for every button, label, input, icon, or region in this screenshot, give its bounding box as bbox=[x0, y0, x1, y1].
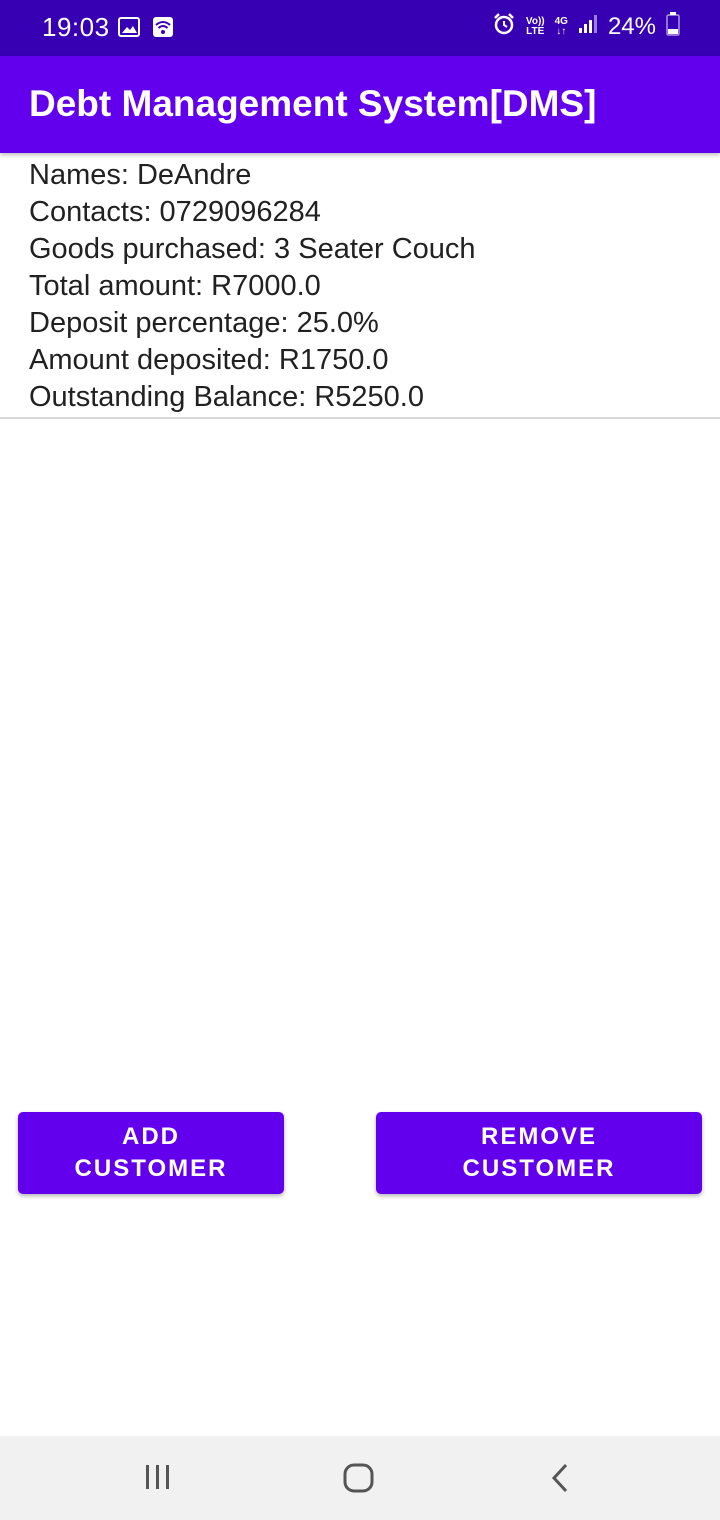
remove-customer-line1: REMOVE bbox=[480, 1123, 597, 1150]
customer-total-amount: Total amount: R7000.0 bbox=[29, 270, 321, 302]
customer-outstanding-balance: Outstanding Balance: R5250.0 bbox=[29, 381, 424, 413]
add-customer-button[interactable]: ADD CUSTOMER bbox=[18, 1112, 284, 1194]
wifi-icon bbox=[152, 16, 174, 43]
remove-customer-button-label: REMOVE CUSTOMER bbox=[463, 1121, 616, 1185]
home-icon[interactable] bbox=[342, 1462, 376, 1499]
gallery-icon bbox=[118, 16, 140, 43]
network-label: 4G bbox=[554, 15, 568, 27]
status-bar: 19:03 Vo)) LTE 4G ↓↑ 24% bbox=[0, 0, 720, 56]
status-time: 19:03 bbox=[42, 12, 110, 42]
screen: 19:03 Vo)) LTE 4G ↓↑ 24% Debt Management… bbox=[0, 0, 720, 1520]
remove-customer-line2: CUSTOMER bbox=[462, 1155, 616, 1182]
app-bar: Debt Management System[DMS] bbox=[0, 56, 720, 153]
alarm-icon bbox=[492, 12, 516, 41]
add-customer-line2: CUSTOMER bbox=[74, 1155, 228, 1182]
customer-details[interactable]: Names: DeAndre Contacts: 0729096284 Good… bbox=[0, 153, 720, 419]
battery-percentage: 24% bbox=[607, 12, 656, 40]
lte-label: LTE bbox=[526, 25, 545, 37]
customer-names: Names: DeAndre bbox=[29, 159, 252, 191]
status-left-icons bbox=[118, 16, 174, 43]
customer-deposit-percentage: Deposit percentage: 25.0% bbox=[29, 307, 379, 339]
remove-customer-button[interactable]: REMOVE CUSTOMER bbox=[376, 1112, 702, 1194]
add-customer-button-label: ADD CUSTOMER bbox=[75, 1121, 228, 1185]
volte-icon: Vo)) LTE bbox=[525, 15, 545, 37]
add-customer-line1: ADD bbox=[122, 1123, 180, 1150]
data-arrows-icon: ↓↑ bbox=[556, 25, 567, 37]
status-right-icons: Vo)) LTE 4G ↓↑ 24% bbox=[492, 12, 680, 41]
recent-apps-icon[interactable] bbox=[144, 1462, 172, 1497]
signal-icon bbox=[578, 14, 598, 39]
customer-amount-deposited: Amount deposited: R1750.0 bbox=[29, 344, 389, 376]
battery-icon bbox=[666, 12, 680, 41]
volte-label: Vo)) bbox=[525, 15, 545, 27]
navigation-bar bbox=[0, 1436, 720, 1520]
back-icon[interactable] bbox=[548, 1462, 572, 1499]
4g-icon: 4G ↓↑ bbox=[554, 15, 568, 37]
customer-goods: Goods purchased: 3 Seater Couch bbox=[29, 233, 476, 265]
customer-contacts: Contacts: 0729096284 bbox=[29, 196, 321, 228]
app-title: Debt Management System[DMS] bbox=[29, 83, 597, 124]
